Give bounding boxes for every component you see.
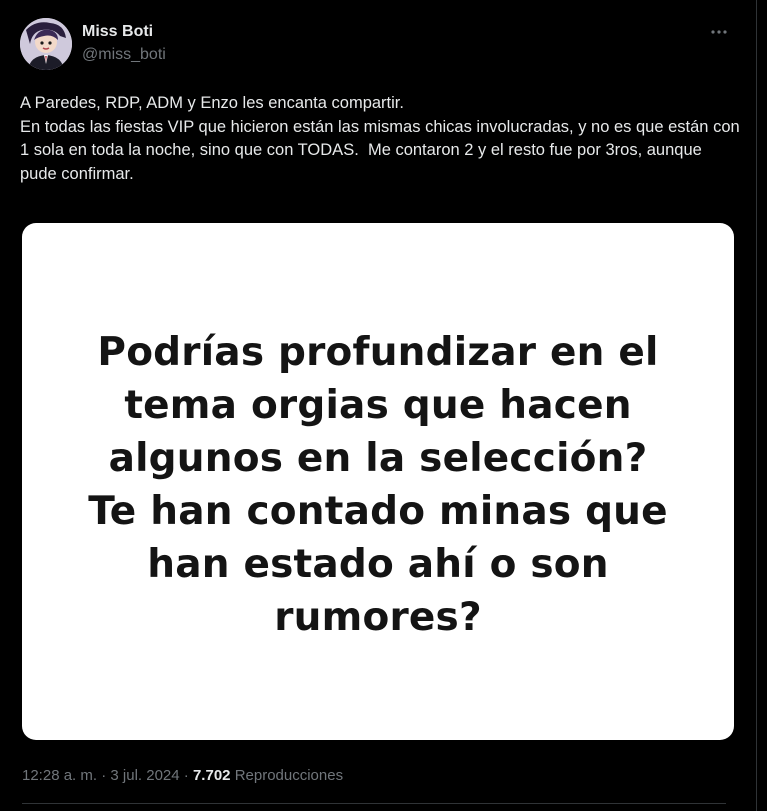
- avatar-illustration: [20, 18, 72, 70]
- media-image-text: Podrías profundizar en el tema orgias qu…: [88, 329, 668, 640]
- tweet-text-line: En todas las fiestas VIP que hicieron es…: [20, 117, 745, 183]
- tweet-time[interactable]: 12:28 a. m.: [22, 767, 97, 784]
- author-handle[interactable]: @miss_boti: [82, 44, 166, 66]
- more-options-button[interactable]: [704, 22, 734, 42]
- tweet-date[interactable]: 3 jul. 2024: [110, 767, 179, 784]
- tweet-metadata: 12:28 a. m. · 3 jul. 2024 · 7.702 Reprod…: [22, 766, 343, 786]
- views-count: 7.702: [192, 767, 231, 784]
- tweet-text: A Paredes, RDP, ADM y Enzo les encanta c…: [20, 92, 740, 186]
- tweet-media-image[interactable]: Podrías profundizar en el tema orgias qu…: [22, 223, 734, 740]
- tweet-container: Miss Boti @miss_boti A Paredes, RDP, ADM…: [0, 0, 757, 811]
- avatar[interactable]: [20, 18, 72, 70]
- tweet-text-line: A Paredes, RDP, ADM y Enzo les encanta c…: [20, 94, 404, 112]
- meta-separator: ·: [183, 767, 189, 784]
- divider: [22, 803, 726, 804]
- author-display-name[interactable]: Miss Boti: [82, 22, 166, 42]
- author-info: Miss Boti @miss_boti: [82, 22, 166, 66]
- tweet-header: Miss Boti @miss_boti: [20, 18, 736, 74]
- meta-separator: ·: [101, 767, 107, 784]
- views-label: Reproducciones: [234, 767, 344, 784]
- more-horizontal-icon: [711, 30, 727, 34]
